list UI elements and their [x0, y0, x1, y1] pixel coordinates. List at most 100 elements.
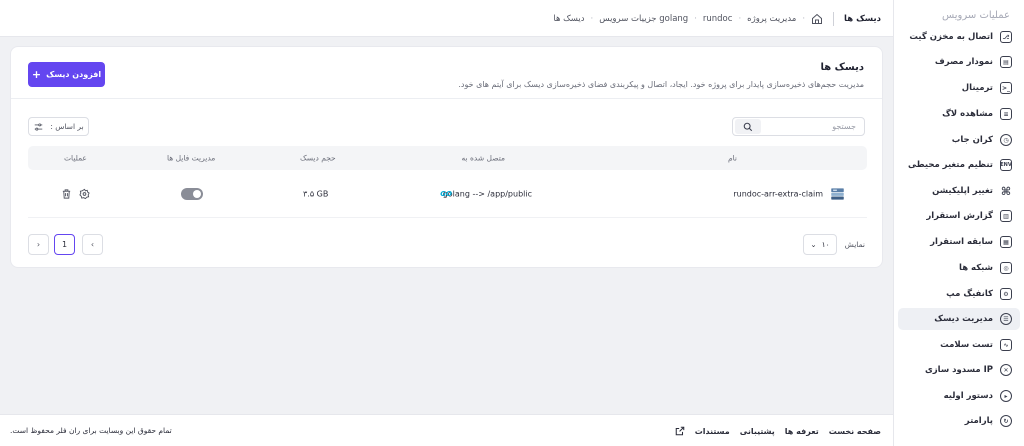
- disk-icon: ☰: [1000, 313, 1012, 325]
- next-page-button[interactable]: ›: [28, 234, 49, 255]
- breadcrumb-item-project[interactable]: rundoc: [703, 14, 733, 24]
- divider: [11, 98, 882, 99]
- sidebar-item-label: اتصال به مخزن گیت: [909, 32, 993, 42]
- sidebar-item-disk-management[interactable]: ☰ مدیریت دیسک: [898, 308, 1020, 330]
- command-icon: ▸: [1000, 390, 1012, 402]
- footer-link-pricing[interactable]: تعرفه ها: [785, 427, 819, 436]
- search-box: [732, 117, 865, 136]
- parameter-icon: ↻: [1000, 415, 1012, 427]
- sort-label: بر اساس :: [50, 122, 84, 131]
- breadcrumb-item-project-management[interactable]: مدیریت پروژه: [747, 14, 796, 24]
- block-ip-icon: ✕: [1000, 364, 1012, 376]
- footer-link-support[interactable]: پشتیبانی: [740, 427, 775, 436]
- chart-icon: ▤: [1000, 56, 1012, 68]
- top-bar: دیسک ها · مدیریت پروژه · rundoc · جزییات…: [0, 0, 893, 37]
- sidebar-item-logs[interactable]: ≡ مشاهده لاگ: [898, 103, 1020, 125]
- sidebar-item-change-app[interactable]: ⌘ تغییر اپلیکیشن: [898, 180, 1020, 202]
- show-label: نمایش: [844, 240, 865, 249]
- sidebar-item-label: سابقه استقرار: [930, 237, 993, 247]
- column-header-name: نام: [727, 153, 737, 163]
- breadcrumb-dot: ·: [738, 13, 742, 24]
- sidebar-title: عملیات سرویس: [942, 10, 1010, 21]
- sidebar-item-networks[interactable]: ◎ شبکه ها: [898, 257, 1020, 279]
- history-icon: ▦: [1000, 236, 1012, 248]
- column-header-attached: متصل شده به: [461, 153, 506, 163]
- sidebar-item-label: تست سلامت: [940, 340, 993, 350]
- sidebar-item-env[interactable]: ENV تنظیم متغیر محیطی: [898, 154, 1020, 176]
- sidebar-item-label: مشاهده لاگ: [942, 109, 993, 119]
- search-input[interactable]: [761, 122, 864, 131]
- page-button-current[interactable]: 1: [54, 234, 75, 255]
- sidebar: عملیات سرویس ⎇ اتصال به مخزن گیت ▤ نمودا…: [893, 0, 1024, 446]
- env-icon: ENV: [1000, 159, 1012, 171]
- sidebar-item-cronjob[interactable]: ◷ کران جاب: [898, 129, 1020, 151]
- attached-target: golang --> /app/public: [442, 189, 532, 198]
- footer-links: صفحه نخست تعرفه ها پشتیبانی مستندات: [675, 415, 881, 446]
- sidebar-item-parameter[interactable]: ↻ پارامتر: [898, 410, 1020, 432]
- sidebar-item-label: ترمینال: [961, 83, 993, 93]
- sort-button[interactable]: بر اساس :: [28, 117, 89, 136]
- per-page-select[interactable]: ⌄ ۱۰: [803, 234, 837, 255]
- chevron-down-icon: ⌄: [810, 240, 817, 249]
- log-icon: ≡: [1000, 108, 1012, 120]
- sidebar-item-label: تغییر اپلیکیشن: [932, 186, 993, 196]
- report-icon: ▥: [1000, 210, 1012, 222]
- footer-link-docs[interactable]: مستندات: [695, 427, 730, 436]
- sidebar-item-block-ip[interactable]: ✕ مسدود سازی IP: [898, 359, 1020, 381]
- sidebar-item-health-check[interactable]: ∿ تست سلامت: [898, 334, 1020, 356]
- footer: صفحه نخست تعرفه ها پشتیبانی مستندات تمام…: [0, 414, 893, 446]
- column-header-actions: عملیات: [64, 153, 87, 163]
- column-header-file-manager: مدیریت فایل ها: [167, 153, 216, 163]
- page-title: دیسک ها: [820, 62, 864, 73]
- table-row: rundoc-arr-extra-claim golang --> /app/p…: [28, 170, 867, 218]
- sidebar-item-deploy-history[interactable]: ▦ سابقه استقرار: [898, 231, 1020, 253]
- sidebar-item-terminal[interactable]: >_ ترمینال: [898, 77, 1020, 99]
- add-disk-label: افزودن دیسک: [46, 70, 102, 79]
- sidebar-item-label: مدیریت دیسک: [934, 314, 993, 324]
- breadcrumb-divider: [833, 11, 835, 26]
- prev-page-button[interactable]: ‹: [82, 234, 103, 255]
- breadcrumb-current: دیسک ها: [844, 13, 881, 24]
- home-icon[interactable]: [811, 13, 823, 25]
- breadcrumb-item-disks: دیسک ها: [553, 13, 585, 24]
- sidebar-item-deploy-report[interactable]: ▥ گزارش استقرار: [898, 205, 1020, 227]
- health-icon: ∿: [1000, 339, 1012, 351]
- sidebar-item-label: تنظیم متغیر محیطی: [907, 160, 993, 170]
- sidebar-item-usage-chart[interactable]: ▤ نمودار مصرف: [898, 51, 1020, 73]
- footer-link-home[interactable]: صفحه نخست: [829, 427, 881, 436]
- page-description: مدیریت حجم‌های ذخیره‌سازی پایدار برای پر…: [458, 80, 864, 89]
- add-disk-button[interactable]: + افزودن دیسک: [28, 62, 105, 87]
- golang-icon: GO: [440, 189, 452, 198]
- network-icon: ◎: [1000, 262, 1012, 274]
- disk-image-icon: [830, 186, 845, 201]
- cron-icon: ◷: [1000, 134, 1012, 146]
- footer-copyright: تمام حقوق این وبسایت برای ران فلر محفوظ …: [10, 426, 172, 435]
- file-manager-toggle[interactable]: [181, 187, 203, 200]
- breadcrumb-item-service[interactable]: جزییات سرویس golang: [599, 14, 688, 24]
- sidebar-item-label: شبکه ها: [959, 263, 993, 273]
- settings-icon[interactable]: [79, 188, 90, 199]
- search-icon[interactable]: [735, 119, 761, 134]
- per-page-value: ۱۰: [821, 240, 830, 249]
- disks-card: دیسک ها مدیریت حجم‌های ذخیره‌سازی پایدار…: [10, 46, 883, 268]
- column-header-size: حجم دیسک: [300, 153, 336, 163]
- disk-name: rundoc-arr-extra-claim: [733, 189, 823, 198]
- breadcrumb-dot: ·: [694, 13, 697, 24]
- table-header: نام متصل شده به حجم دیسک مدیریت فایل ها …: [28, 146, 867, 170]
- sidebar-item-initial-command[interactable]: ▸ دستور اولیه: [898, 385, 1020, 407]
- sidebar-item-label: پارامتر: [964, 416, 993, 426]
- git-icon: ⎇: [1000, 31, 1012, 43]
- sidebar-item-label: مسدود سازی IP: [924, 365, 993, 375]
- sidebar-item-label: نمودار مصرف: [934, 57, 993, 67]
- sidebar-item-configmap[interactable]: ⚙ کانفیگ مپ: [898, 283, 1020, 305]
- disks-table: نام متصل شده به حجم دیسک مدیریت فایل ها …: [28, 146, 867, 218]
- delete-icon[interactable]: [61, 188, 72, 200]
- breadcrumb-dot: ·: [590, 13, 594, 24]
- sidebar-item-git[interactable]: ⎇ اتصال به مخزن گیت: [898, 26, 1020, 48]
- sliders-icon: [33, 122, 44, 132]
- sidebar-item-label: کران جاب: [951, 135, 993, 145]
- disk-size: ۳.۵ GB: [303, 189, 329, 198]
- sidebar-item-label: کانفیگ مپ: [946, 289, 993, 299]
- app-change-icon: ⌘: [1000, 184, 1012, 198]
- external-link-icon: [675, 426, 685, 436]
